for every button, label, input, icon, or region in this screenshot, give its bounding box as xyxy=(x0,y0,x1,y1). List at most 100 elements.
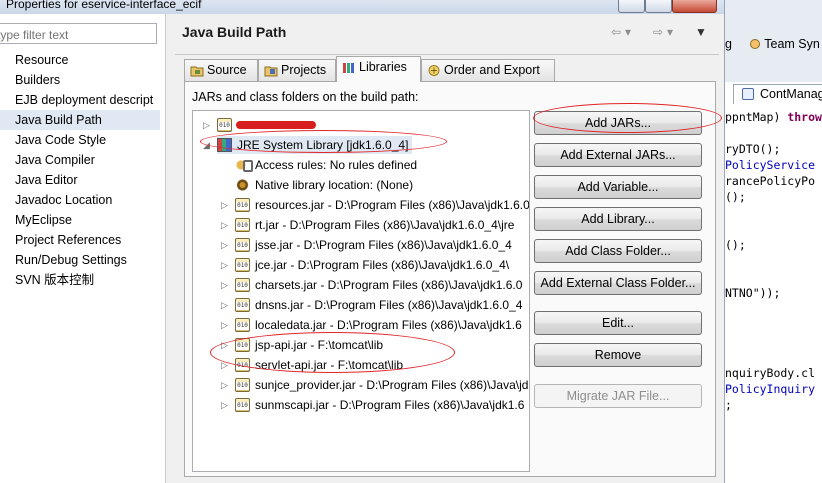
code-line: NTNO")); xyxy=(725,286,781,300)
tree-row[interactable]: ▷ jce.jar - D:\Program Files (x86)\Java\j… xyxy=(193,255,529,275)
editor-tab[interactable]: ContManag xyxy=(733,84,822,104)
collapsed-arrow-icon[interactable]: ▷ xyxy=(221,295,231,315)
collapsed-arrow-icon[interactable]: ▷ xyxy=(221,275,231,295)
tab-libraries[interactable]: Libraries xyxy=(336,56,421,82)
tree-row[interactable]: ▷ dnsns.jar - D:\Program Files (x86)\Java… xyxy=(193,295,529,315)
tree-row[interactable]: ▷ servlet-api.jar - F:\tomcat\lib xyxy=(193,355,529,375)
category-item[interactable]: SVN 版本控制 xyxy=(0,270,160,290)
code-line: nquiryBody.cl xyxy=(725,366,816,380)
page-title: Java Build Path xyxy=(182,24,287,40)
close-button[interactable] xyxy=(672,0,717,13)
editor-toolbar: g Team Syn xyxy=(725,0,822,82)
code-line: rancePolicyPo xyxy=(725,174,816,188)
add-external-jars-button[interactable]: Add External JARs... xyxy=(534,143,702,167)
tree-row-label: resources.jar - D:\Program Files (x86)\J… xyxy=(255,198,530,212)
category-item[interactable]: Run/Debug Settings xyxy=(0,250,160,270)
collapsed-arrow-icon[interactable]: ▷ xyxy=(203,115,213,135)
tree-row-label: charsets.jar - D:\Program Files (x86)\Ja… xyxy=(255,278,523,292)
java-build-path-page: Java Build Path ⇦ ▾ ⇨ ▾ ▼ Source Project… xyxy=(167,14,723,483)
code-line: (); xyxy=(725,238,746,252)
library-icon xyxy=(217,138,232,152)
view-menu-icon[interactable]: ▼ xyxy=(695,25,707,39)
jar-icon xyxy=(235,258,250,272)
jar-icon xyxy=(235,298,250,312)
category-item[interactable]: Java Build Path xyxy=(0,110,160,130)
collapsed-arrow-icon[interactable]: ▷ xyxy=(221,375,231,395)
collapsed-arrow-icon[interactable]: ▷ xyxy=(221,315,231,335)
add-external-class-folder-button[interactable]: Add External Class Folder... xyxy=(534,271,702,295)
collapsed-arrow-icon[interactable]: ▷ xyxy=(221,395,231,415)
libraries-tab-content: JARs and class folders on the build path… xyxy=(184,81,716,477)
category-item[interactable]: Java Editor xyxy=(0,170,160,190)
remove-button[interactable]: Remove xyxy=(534,343,702,367)
tree-row[interactable]: Native library location: (None) xyxy=(193,175,529,195)
background-editor: g Team Syn ContManag ppntMap) throw ryDTO… xyxy=(724,0,822,483)
tab-source[interactable]: Source xyxy=(184,59,258,81)
add-class-folder-button[interactable]: Add Class Folder... xyxy=(534,239,702,263)
tree-row[interactable]: ◢ JRE System Library [jdk1.6.0_4] xyxy=(193,135,529,155)
tree-row-label: Native library location: (None) xyxy=(255,178,414,192)
add-library-button[interactable]: Add Library... xyxy=(534,207,702,231)
key-icon xyxy=(235,158,253,172)
migrate-jar-file-button[interactable]: Migrate JAR File... xyxy=(534,384,702,408)
collapsed-arrow-icon[interactable]: ▷ xyxy=(221,335,231,355)
category-item[interactable]: MyEclipse xyxy=(0,210,160,230)
minimize-button[interactable] xyxy=(618,0,645,13)
tree-row[interactable]: ▷ sunjce_provider.jar - D:\Program Files … xyxy=(193,375,530,395)
filter-input[interactable] xyxy=(0,23,157,44)
category-item[interactable]: Builders xyxy=(0,70,160,90)
tree-row[interactable]: ▷ sunmscapi.jar - D:\Program Files (x86)\… xyxy=(193,395,529,415)
window-title-bar: Properties for eservice-interface_ecif xyxy=(0,0,724,14)
jar-icon xyxy=(235,218,250,232)
category-item[interactable]: Java Code Style xyxy=(0,130,160,150)
back-arrow-icon[interactable]: ⇦ xyxy=(611,25,621,39)
code-line: ryDTO(); xyxy=(725,142,781,156)
tree-row[interactable]: ▷ jsp-api.jar - F:\tomcat\lib xyxy=(193,335,529,355)
collapsed-arrow-icon[interactable]: ▷ xyxy=(221,235,231,255)
add-jars-button[interactable]: Add JARs... xyxy=(534,111,702,135)
tree-row[interactable]: ▷ resources.jar - D:\Program Files (x86)\… xyxy=(193,195,530,215)
separator xyxy=(175,54,719,55)
code-line: PolicyService xyxy=(725,158,816,172)
category-list: Resource Builders EJB deployment descript J… xyxy=(0,50,160,290)
category-item[interactable]: Resource xyxy=(0,50,160,70)
category-item[interactable]: Project References xyxy=(0,230,160,250)
tree-row-label: sunjce_provider.jar - D:\Program Files (… xyxy=(255,378,530,392)
collapsed-arrow-icon[interactable]: ▷ xyxy=(221,195,231,215)
expanded-arrow-icon[interactable]: ◢ xyxy=(203,135,213,155)
category-item[interactable]: Java Compiler xyxy=(0,150,160,170)
category-item[interactable]: EJB deployment descript xyxy=(0,90,160,110)
redacted-label xyxy=(236,121,316,129)
jar-icon xyxy=(235,358,250,372)
maximize-button[interactable] xyxy=(645,0,672,13)
tree-row-label: JRE System Library [jdk1.6.0_4] xyxy=(237,138,409,152)
tree-row[interactable]: Access rules: No rules defined xyxy=(193,155,529,175)
tree-row-label: dnsns.jar - D:\Program Files (x86)\Java\… xyxy=(255,298,523,312)
add-variable-button[interactable]: Add Variable... xyxy=(534,175,702,199)
build-path-label: JARs and class folders on the build path… xyxy=(192,90,419,104)
tree-row-label: servlet-api.jar - F:\tomcat\lib xyxy=(255,358,404,372)
window-title: Properties for eservice-interface_ecif xyxy=(6,0,202,11)
forward-dropdown-icon[interactable]: ▾ xyxy=(667,25,673,39)
edit-button[interactable]: Edit... xyxy=(534,311,702,335)
tree-row[interactable]: ▷ xyxy=(193,115,529,135)
tree-row[interactable]: ▷ jsse.jar - D:\Program Files (x86)\Java\… xyxy=(193,235,529,255)
category-item[interactable]: Javadoc Location xyxy=(0,190,160,210)
tree-row-label: jce.jar - D:\Program Files (x86)\Java\jd… xyxy=(255,258,510,272)
forward-arrow-icon[interactable]: ⇨ xyxy=(653,25,663,39)
collapsed-arrow-icon[interactable]: ▷ xyxy=(221,355,231,375)
tree-row[interactable]: ▷ charsets.jar - D:\Program Files (x86)\J… xyxy=(193,275,529,295)
tree-row-label: jsp-api.jar - F:\tomcat\lib xyxy=(255,338,384,352)
tree-row[interactable]: ▷ localedata.jar - D:\Program Files (x86)… xyxy=(193,315,529,335)
collapsed-arrow-icon[interactable]: ▷ xyxy=(221,255,231,275)
java-file-icon xyxy=(742,88,754,100)
tab-order-and-export[interactable]: Order and Export xyxy=(421,59,555,81)
back-dropdown-icon[interactable]: ▾ xyxy=(625,25,631,39)
tab-projects[interactable]: Projects xyxy=(258,59,336,81)
team-sync-button[interactable]: Team Syn xyxy=(749,37,820,51)
jar-icon xyxy=(235,318,250,332)
build-path-tree[interactable]: ▷◢JRE System Library [jdk1.6.0_4]Access … xyxy=(192,110,530,472)
collapsed-arrow-icon[interactable]: ▷ xyxy=(221,215,231,235)
tree-row[interactable]: ▷ rt.jar - D:\Program Files (x86)\Java\jd… xyxy=(193,215,529,235)
properties-category-panel: ResourceBuildersEJB deployment descriptJ… xyxy=(0,14,166,483)
